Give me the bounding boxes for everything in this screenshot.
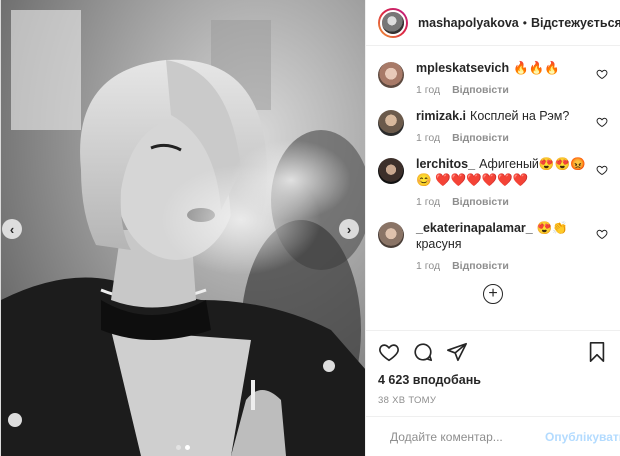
load-more-button[interactable]: + [483, 284, 503, 304]
following-button[interactable]: Відстежується [531, 16, 620, 30]
reply-button[interactable]: Відповісти [452, 260, 509, 272]
post-comment-button[interactable]: Опублікувати [545, 430, 620, 444]
share-icon[interactable] [446, 341, 468, 363]
commenter-avatar[interactable] [378, 62, 404, 88]
photo-image [1, 0, 365, 456]
post-photo[interactable]: ‹ › [1, 0, 365, 456]
add-comment-bar: Опублікувати [366, 416, 620, 456]
reply-button[interactable]: Відповісти [452, 196, 509, 208]
load-more-comments: + [378, 284, 608, 304]
plus-icon: + [488, 285, 498, 302]
commenter-avatar[interactable] [378, 158, 404, 184]
commenter-avatar[interactable] [378, 222, 404, 248]
post-timestamp[interactable]: 38 ХВ ТОМУ [378, 395, 608, 406]
carousel-indicator [176, 445, 190, 450]
comment-time[interactable]: 1 год [416, 260, 440, 272]
heart-icon[interactable] [378, 341, 400, 363]
post-header: mashapolyakova • Відстежується ••• [366, 0, 620, 46]
reply-button[interactable]: Відповісти [452, 84, 509, 96]
author-username[interactable]: mashapolyakova [418, 16, 519, 30]
commenter-username[interactable]: rimizak.i [416, 109, 466, 123]
carousel-prev-button[interactable]: ‹ [2, 219, 22, 239]
comment-item: mpleskatsevich 🔥🔥🔥 1 год Відповісти [378, 60, 608, 96]
action-icons-row [378, 339, 608, 365]
commenter-username[interactable]: _ekaterinapalamar_ [416, 221, 533, 235]
reply-button[interactable]: Відповісти [452, 132, 509, 144]
comment-like-icon[interactable] [596, 164, 608, 176]
carousel-next-button[interactable]: › [339, 219, 359, 239]
comment-time[interactable]: 1 год [416, 84, 440, 96]
comment-like-icon[interactable] [596, 68, 608, 80]
carousel-dot [176, 445, 181, 450]
comment-item: lerchitos_ Афигеный😍😍😡😊 ❤️❤️❤️❤️❤️❤️ 1 го… [378, 156, 608, 208]
author-avatar[interactable] [378, 7, 408, 38]
commenter-username[interactable]: mpleskatsevich [416, 61, 509, 75]
post-dialog: ‹ › mashapolyakova • Відстежується ••• m… [0, 0, 620, 456]
comments-list: mpleskatsevich 🔥🔥🔥 1 год Відповісти rimiz… [366, 46, 620, 330]
commenter-username[interactable]: lerchitos_ [416, 157, 475, 171]
carousel-dot-active [185, 445, 190, 450]
commenter-avatar[interactable] [378, 110, 404, 136]
header-separator: • [522, 15, 527, 30]
post-panel: mashapolyakova • Відстежується ••• mples… [365, 0, 620, 456]
comment-like-icon[interactable] [596, 228, 608, 240]
comment-time[interactable]: 1 год [416, 132, 440, 144]
comment-item: rimizak.i Косплей на Рэм? 1 год Відповіст… [378, 108, 608, 144]
comment-time[interactable]: 1 год [416, 196, 440, 208]
comment-item: _ekaterinapalamar_ 😍👏 красуня 1 год Відпо… [378, 220, 608, 272]
comment-icon[interactable] [412, 341, 434, 363]
comment-input[interactable] [390, 429, 545, 444]
likes-count[interactable]: 4 623 вподобань [378, 373, 608, 387]
chevron-right-icon: › [346, 221, 352, 237]
chevron-left-icon: ‹ [9, 221, 15, 237]
comment-like-icon[interactable] [596, 116, 608, 128]
bookmark-icon[interactable] [586, 341, 608, 363]
comment-text: Косплей на Рэм? [470, 109, 570, 123]
comment-text: 🔥🔥🔥 [513, 61, 560, 75]
post-actions: 4 623 вподобань 38 ХВ ТОМУ [366, 330, 620, 406]
